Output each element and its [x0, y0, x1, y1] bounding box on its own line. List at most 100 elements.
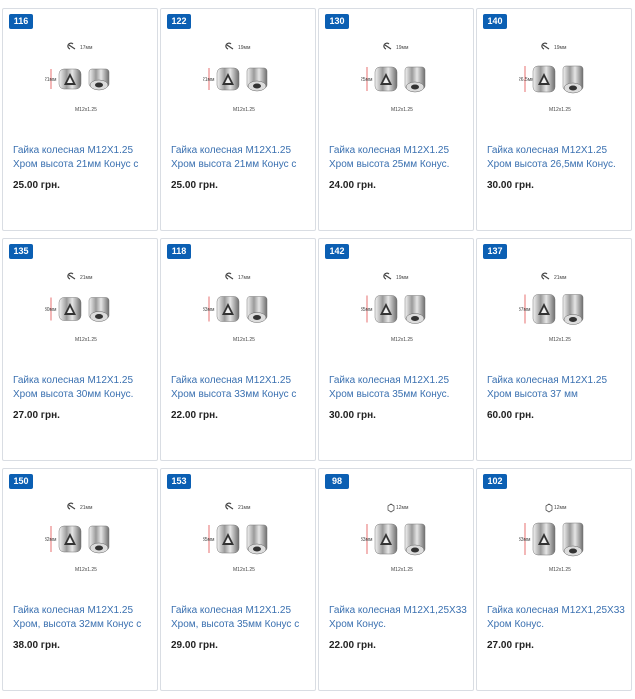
product-card[interactable]: 153 21мм 35мм M12x1.25 Гайка колесная M12X1.… — [160, 468, 316, 691]
product-card[interactable]: 98 12мм 33мм M12x1.25 Гайка колесная M12X1,2… — [318, 468, 474, 691]
product-title-link[interactable]: Гайка колесная M12X1.25 Хром высота 30мм… — [13, 374, 153, 404]
wrench-icon — [541, 272, 550, 280]
product-badge: 140 — [483, 14, 507, 29]
product-image[interactable]: 21мм 32мм M12x1.25 — [45, 497, 121, 581]
product-badge: 137 — [483, 244, 507, 259]
product-title-link[interactable]: Гайка колесная M12X1.25 Хром высота 25мм… — [329, 144, 469, 174]
thread-label: M12x1.25 — [391, 107, 413, 113]
height-label: 26.5мм — [519, 77, 535, 83]
thread-label: M12x1.25 — [391, 567, 413, 573]
height-label: 33мм — [519, 537, 531, 543]
product-card[interactable]: 122 19мм 21мм M12x1.25 Гайка колесная M12X1.… — [160, 8, 316, 231]
product-image[interactable]: 21мм 37мм M12x1.25 — [519, 267, 595, 351]
height-label: 25мм — [361, 77, 373, 83]
wrench-size-label: 19мм — [238, 45, 251, 51]
product-price: 24.00 грн. — [329, 180, 376, 191]
thread-label: M12x1.25 — [233, 337, 255, 343]
wrench-size-label: 19мм — [396, 45, 409, 51]
thread-label: M12x1.25 — [75, 337, 97, 343]
product-card[interactable]: 150 21мм 32мм M12x1.25 Гайка колесная M12X1.… — [2, 468, 158, 691]
product-price: 27.00 грн. — [487, 640, 534, 651]
wrench-icon — [541, 42, 550, 50]
wrench-size-label: 21мм — [238, 505, 251, 511]
thread-label: M12x1.25 — [233, 107, 255, 113]
product-badge: 150 — [9, 474, 33, 489]
product-image[interactable]: 19мм 25мм M12x1.25 — [361, 37, 437, 121]
wrench-size-label: 17мм — [80, 45, 93, 51]
product-image[interactable]: 17мм 33мм M12x1.25 — [203, 267, 279, 351]
wrench-icon — [67, 502, 76, 510]
product-image[interactable]: 19мм 35мм M12x1.25 — [361, 267, 437, 351]
product-image[interactable]: 17мм 21мм M12x1.25 — [45, 37, 121, 121]
product-price: 27.00 грн. — [13, 410, 60, 421]
wrench-icon — [225, 502, 234, 510]
wrench-size-label: 19мм — [396, 275, 409, 281]
product-card[interactable]: 137 21мм 37мм M12x1.25 Гайка колесная M12X1.… — [476, 238, 632, 461]
product-price: 60.00 грн. — [487, 410, 534, 421]
product-image[interactable]: 19мм 21мм M12x1.25 — [203, 37, 279, 121]
height-label: 32мм — [45, 537, 57, 543]
wrench-icon — [225, 42, 234, 50]
product-badge: 102 — [483, 474, 507, 489]
product-title-link[interactable]: Гайка колесная M12X1.25 Хром высота 37 м… — [487, 374, 627, 404]
wrench-size-label: 21мм — [80, 275, 93, 281]
product-card[interactable]: 140 19мм 26.5мм M12x1.25 Гайка колесная M12X… — [476, 8, 632, 231]
product-title-link[interactable]: Гайка колесная M12X1,25X33 Хром Конус. — [329, 604, 469, 634]
hex-icon — [387, 503, 395, 513]
product-price: 22.00 грн. — [171, 410, 218, 421]
product-title-link[interactable]: Гайка колесная M12X1.25 Хром высота 35мм… — [329, 374, 469, 404]
wrench-icon — [67, 42, 76, 50]
product-title-link[interactable]: Гайка колесная M12X1.25 Хром, высота 35м… — [171, 604, 311, 634]
product-title-link[interactable]: Гайка колесная M12X1.25 Хром высота 33мм… — [171, 374, 311, 404]
product-badge: 130 — [325, 14, 349, 29]
height-label: 37мм — [519, 307, 531, 313]
height-label: 21мм — [45, 77, 57, 83]
wrench-icon — [225, 272, 234, 280]
product-badge: 153 — [167, 474, 191, 489]
hex-icon — [545, 503, 553, 513]
product-grid: 116 17мм 21мм M12x1.25 Гайка колесная M12X1.… — [0, 0, 635, 699]
product-price: 30.00 грн. — [329, 410, 376, 421]
product-image[interactable]: 21мм 30мм M12x1.25 — [45, 267, 121, 351]
height-label: 33мм — [203, 307, 215, 313]
thread-label: M12x1.25 — [549, 107, 571, 113]
product-title-link[interactable]: Гайка колесная M12X1.25 Хром, высота 32м… — [13, 604, 153, 634]
wrench-size-label: 21мм — [554, 275, 567, 281]
wrench-size-label: 19мм — [554, 45, 567, 51]
product-title-link[interactable]: Гайка колесная M12X1.25 Хром высота 21мм… — [13, 144, 153, 174]
height-label: 30мм — [45, 307, 57, 313]
wrench-icon — [383, 272, 392, 280]
product-card[interactable]: 135 21мм 30мм M12x1.25 Гайка колесная M12X1.… — [2, 238, 158, 461]
thread-label: M12x1.25 — [75, 107, 97, 113]
wrench-size-label: 17мм — [238, 275, 251, 281]
wrench-icon — [383, 42, 392, 50]
product-image[interactable]: 19мм 26.5мм M12x1.25 — [519, 37, 595, 121]
product-badge: 116 — [9, 14, 33, 29]
product-title-link[interactable]: Гайка колесная M12X1.25 Хром высота 21мм… — [171, 144, 311, 174]
height-label: 33мм — [361, 537, 373, 543]
product-card[interactable]: 102 12мм 33мм M12x1.25 Гайка колесная M12X1,… — [476, 468, 632, 691]
product-price: 29.00 грн. — [171, 640, 218, 651]
height-label: 35мм — [361, 307, 373, 313]
wrench-size-label: 21мм — [80, 505, 93, 511]
product-card[interactable]: 118 17мм 33мм M12x1.25 Гайка колесная M12X1.… — [160, 238, 316, 461]
product-badge: 122 — [167, 14, 191, 29]
product-title-link[interactable]: Гайка колесная M12X1,25X33 Хром Конус. — [487, 604, 627, 634]
product-image[interactable]: 12мм 33мм M12x1.25 — [519, 497, 595, 581]
product-badge: 98 — [325, 474, 349, 489]
product-badge: 135 — [9, 244, 33, 259]
product-title-link[interactable]: Гайка колесная M12X1.25 Хром высота 26,5… — [487, 144, 627, 174]
product-price: 25.00 грн. — [171, 180, 218, 191]
product-image[interactable]: 21мм 35мм M12x1.25 — [203, 497, 279, 581]
thread-label: M12x1.25 — [233, 567, 255, 573]
height-label: 21мм — [203, 77, 215, 83]
wrench-icon — [67, 272, 76, 280]
product-image[interactable]: 12мм 33мм M12x1.25 — [361, 497, 437, 581]
product-price: 30.00 грн. — [487, 180, 534, 191]
height-label: 35мм — [203, 537, 215, 543]
product-badge: 118 — [167, 244, 191, 259]
product-card[interactable]: 142 19мм 35мм M12x1.25 Гайка колесная M12X1.… — [318, 238, 474, 461]
product-card[interactable]: 116 17мм 21мм M12x1.25 Гайка колесная M12X1.… — [2, 8, 158, 231]
thread-label: M12x1.25 — [75, 567, 97, 573]
product-card[interactable]: 130 19мм 25мм M12x1.25 Гайка колесная M12X1.… — [318, 8, 474, 231]
